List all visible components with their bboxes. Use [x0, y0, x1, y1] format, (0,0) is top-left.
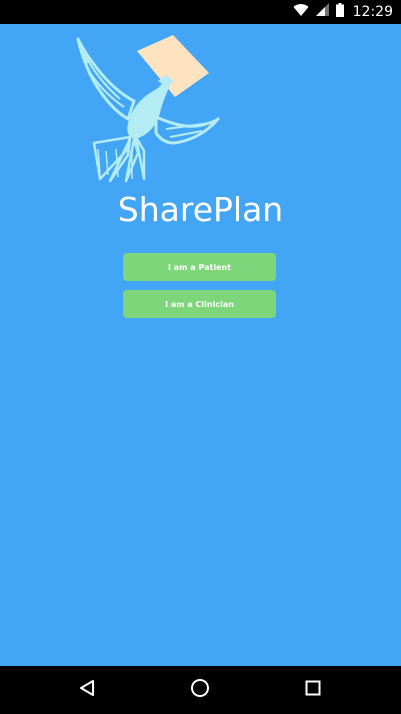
status-icons: 12:29 — [293, 0, 393, 24]
patient-button[interactable]: I am a Patient — [123, 253, 276, 281]
cell-signal-icon — [315, 3, 329, 21]
battery-icon — [335, 2, 344, 22]
home-icon — [190, 678, 210, 703]
navigation-bar — [0, 666, 401, 714]
app-title: SharePlan — [117, 190, 284, 229]
recents-button[interactable] — [283, 666, 343, 714]
wifi-icon — [293, 3, 309, 22]
status-time: 12:29 — [352, 4, 393, 20]
back-button[interactable] — [57, 666, 117, 714]
back-icon — [78, 679, 96, 702]
app-screen: 12:29 SharePlan I am a Patient I am a Cl… — [0, 0, 401, 714]
clinician-button[interactable]: I am a Clinician — [123, 290, 276, 318]
dove-with-letter-logo — [70, 33, 220, 183]
recents-icon — [305, 680, 321, 701]
status-bar: 12:29 — [0, 0, 401, 24]
home-button[interactable] — [170, 666, 230, 714]
